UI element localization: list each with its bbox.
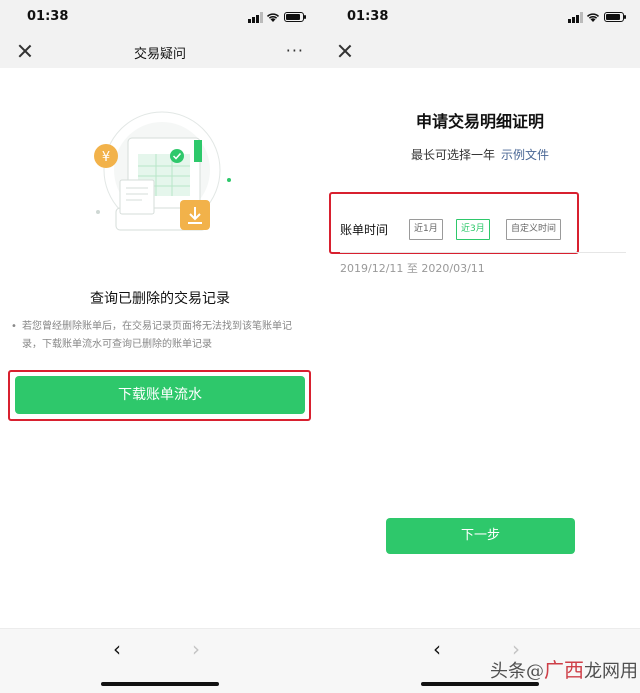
nav-bar: 交易疑问 ··· — [0, 34, 320, 68]
note-text: 若您曾经删除账单后，在交易记录页面将无法找到该笔账单记录，下载账单流水可查询已删… — [22, 321, 292, 350]
page-title: 交易疑问 — [133, 47, 186, 62]
page-title: 申请交易明细证明 — [415, 112, 544, 131]
date-range: 2019/12/11 至 2020/03/11 — [340, 262, 485, 275]
option-last-1-month[interactable]: 近1月 — [409, 219, 443, 240]
signal-icon — [248, 12, 263, 23]
close-icon[interactable] — [336, 42, 354, 60]
subtitle-text: 最长可选择一年 — [410, 148, 495, 162]
nav-bar — [320, 34, 640, 68]
watermark: 头条@广西龙网用 — [490, 654, 638, 683]
battery-icon — [604, 12, 626, 22]
signal-icon — [568, 12, 583, 23]
back-icon[interactable]: ‹ — [113, 637, 121, 661]
bill-illustration: ¥ — [94, 111, 231, 231]
bill-time-label: 账单时间 — [340, 223, 389, 237]
subtitle: 最长可选择一年 示例文件 — [320, 146, 640, 163]
section-heading: 查询已删除的交易记录 — [90, 291, 230, 307]
status-time: 01:38 — [27, 9, 69, 24]
option-last-3-months[interactable]: 近3月 — [456, 219, 490, 240]
wifi-icon — [266, 13, 280, 22]
forward-icon[interactable]: › — [192, 637, 200, 661]
watermark-prefix: 头条@ — [490, 661, 544, 682]
right-screen: 01:38 申请交易明细证明 最长可选择一年 示例文件 账单时间 近1月 近3月 … — [320, 0, 640, 693]
bottom-nav: ‹ › — [0, 628, 320, 693]
home-indicator — [101, 682, 219, 686]
download-statement-button[interactable]: 下载账单流水 — [15, 376, 305, 414]
status-bar: 01:38 — [0, 0, 320, 34]
battery-icon — [284, 12, 306, 22]
watermark-suffix: 用 — [620, 661, 638, 682]
bullet: • — [11, 321, 17, 332]
back-icon[interactable]: ‹ — [433, 637, 441, 661]
example-file-link[interactable]: 示例文件 — [501, 148, 549, 162]
next-step-button[interactable]: 下一步 — [386, 518, 575, 554]
watermark-brand-2: 龙网 — [584, 661, 620, 682]
wifi-icon — [586, 13, 600, 22]
option-custom-time[interactable]: 自定义时间 — [506, 219, 562, 240]
status-bar: 01:38 — [320, 0, 640, 34]
watermark-brand: 广西 — [544, 658, 584, 682]
divider — [340, 252, 626, 253]
yuan-symbol: ¥ — [102, 150, 110, 165]
left-screen: 01:38 交易疑问 ··· ¥ 查询已删除的交易记录 • 若您曾经删除账单后，… — [0, 0, 320, 693]
more-icon[interactable]: ··· — [286, 41, 304, 60]
status-time: 01:38 — [347, 9, 389, 24]
info-note: • 若您曾经删除账单后，在交易记录页面将无法找到该笔账单记录，下载账单流水可查询… — [11, 318, 302, 354]
